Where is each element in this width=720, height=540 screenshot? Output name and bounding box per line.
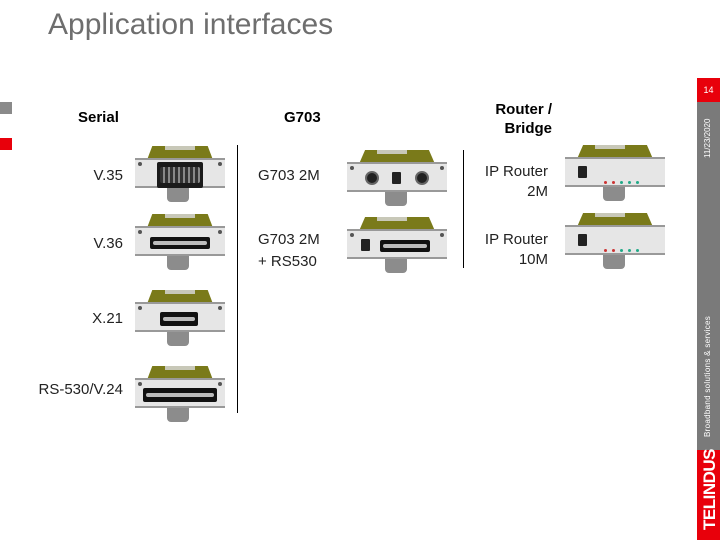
serial-label-v36: V.36	[93, 235, 123, 252]
date-label: 11/23/2020	[703, 118, 712, 158]
column-divider-1	[237, 145, 238, 413]
rs530-connector-icon	[143, 388, 217, 402]
g703-2m-rs530-label-line2: + RS530	[258, 253, 317, 270]
g703-2m-label: G703 2M	[258, 167, 320, 184]
led-icon	[604, 181, 607, 184]
led-icon	[636, 249, 639, 252]
rs530-connector-icon	[380, 240, 430, 252]
rj-connector-icon	[361, 239, 370, 251]
serial-label-v35: V.35	[93, 167, 123, 184]
ip-router-2m-label-line2: 2M	[527, 183, 548, 200]
g703-2m-label-line1: G703 2M	[258, 167, 320, 184]
v35-connector-card	[135, 146, 225, 202]
g703-header: G703	[284, 109, 321, 126]
ip-router-2m-label-line1: IP Router	[484, 163, 548, 180]
v35-connector-icon	[157, 162, 203, 188]
led-icon	[620, 181, 623, 184]
router-header: Router / Bridge	[480, 100, 552, 138]
telindus-logo: TELINDUS	[700, 449, 719, 530]
g703-2m-rs530-card	[347, 217, 447, 273]
rs530-v24-connector-card	[135, 366, 225, 422]
bnc-connector-icon	[365, 171, 379, 185]
page-title: Application interfaces	[48, 8, 334, 41]
gray-square-marker	[0, 102, 12, 114]
led-icon	[628, 181, 631, 184]
x21-connector-icon	[160, 312, 198, 326]
rj-connector-icon	[392, 172, 401, 184]
serial-label-rs530: RS-530/V.24	[38, 381, 123, 398]
ip-router-10m-label: IP Router 10M	[470, 230, 548, 270]
serial-header: Serial	[78, 109, 119, 126]
page-number: 14	[697, 78, 720, 102]
g703-2m-rs530-label-line1: G703 2M	[258, 231, 320, 248]
led-icon	[628, 249, 631, 252]
v36-connector-icon	[150, 237, 210, 249]
x21-connector-card	[135, 290, 225, 346]
tagline: Broadband solutions & services	[703, 315, 712, 437]
led-icon	[612, 249, 615, 252]
ethernet-port-icon	[578, 234, 587, 246]
router-header-line2: Bridge	[504, 120, 552, 137]
bnc-connector-icon	[415, 171, 429, 185]
led-icon	[604, 249, 607, 252]
led-icon	[612, 181, 615, 184]
led-icon	[620, 249, 623, 252]
red-square-marker	[0, 138, 12, 150]
g703-2m-rs530-label: G703 2M + RS530	[258, 229, 320, 273]
g703-2m-card	[347, 150, 447, 206]
router-header-line1: Router /	[495, 101, 552, 118]
led-icon	[636, 181, 639, 184]
ethernet-port-icon	[578, 166, 587, 178]
ip-router-2m-label: IP Router 2M	[470, 162, 548, 202]
ip-router-10m-label-line2: 10M	[518, 251, 548, 268]
ip-router-10m-label-line1: IP Router	[484, 231, 548, 248]
ip-router-2m-card	[565, 145, 665, 201]
v36-connector-card	[135, 214, 225, 270]
ip-router-10m-card	[565, 213, 665, 269]
column-divider-2	[463, 150, 464, 268]
serial-label-x21: X.21	[92, 310, 123, 327]
